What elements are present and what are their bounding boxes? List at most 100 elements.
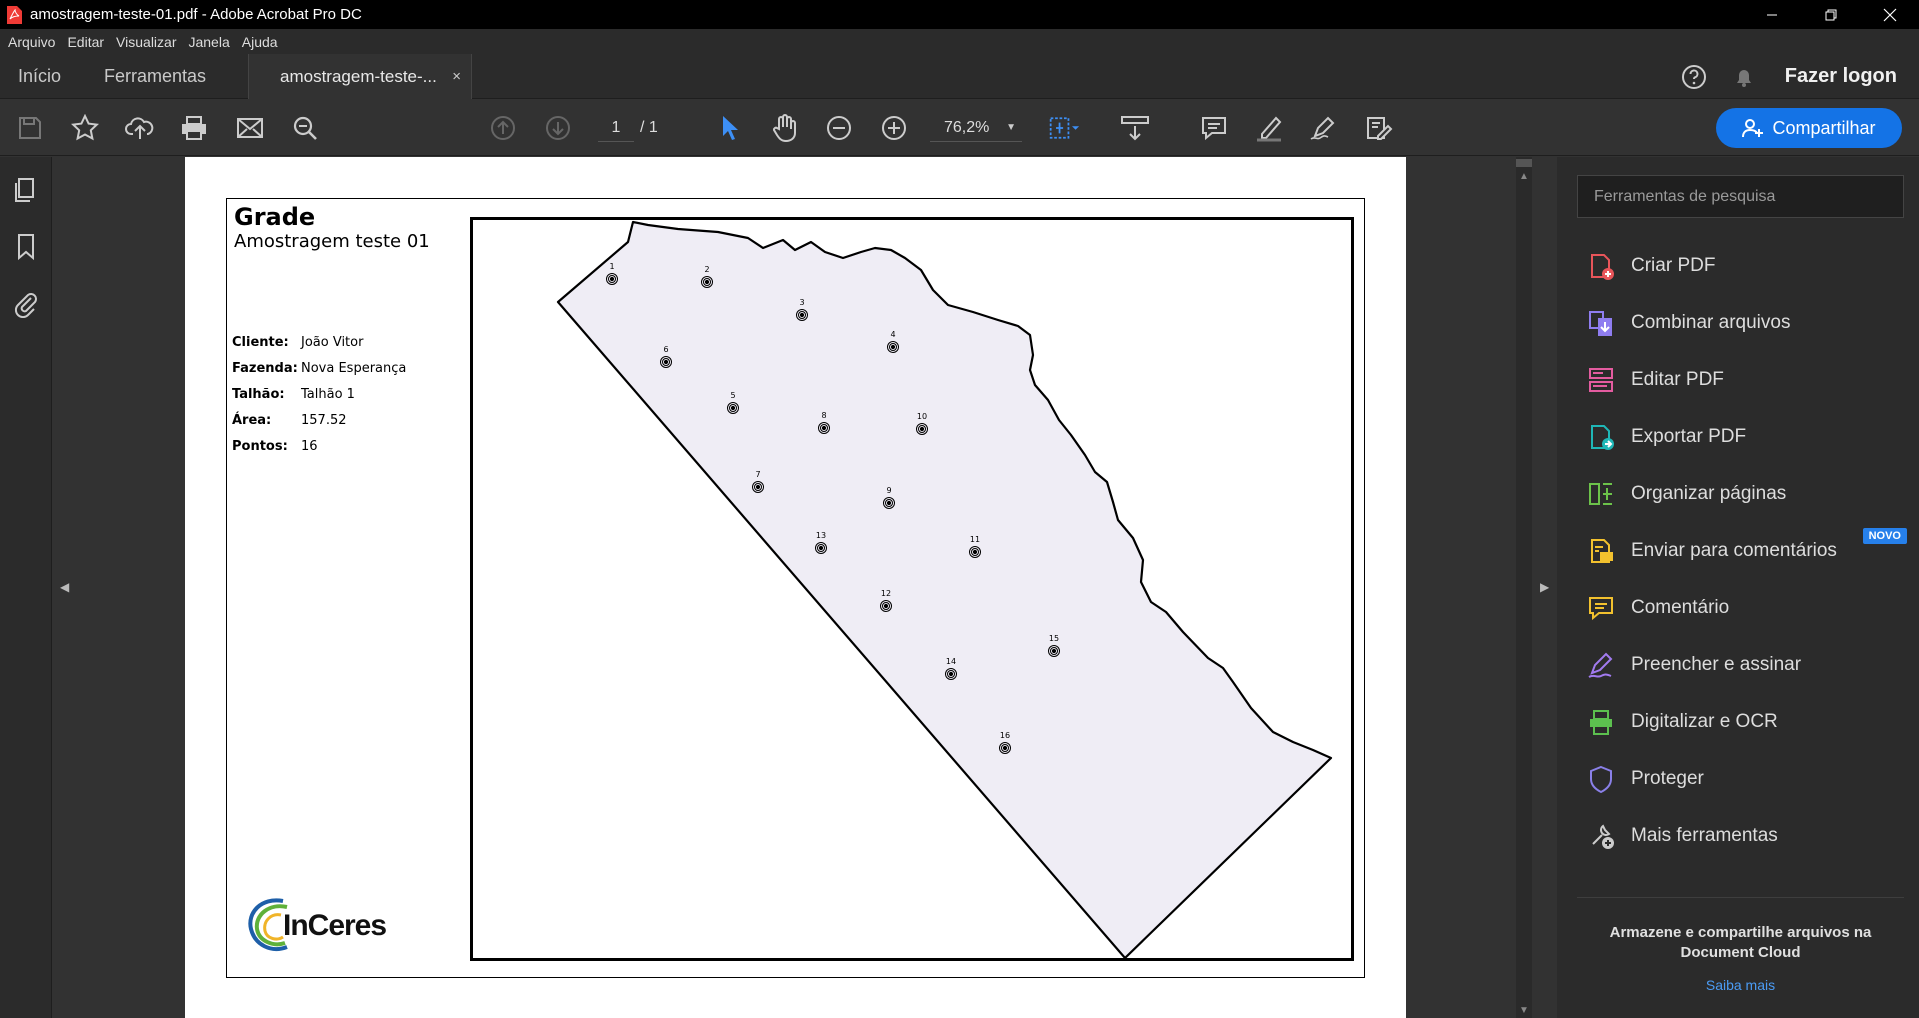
sample-point-label: 9 — [886, 486, 891, 495]
tool-item[interactable]: Exportar PDF — [1585, 408, 1905, 465]
tool-item[interactable]: Enviar para comentários NOVO — [1585, 522, 1907, 579]
share-button[interactable]: Compartilhar — [1716, 108, 1902, 148]
previous-page-button[interactable] — [487, 112, 519, 144]
field-info: Cliente: João Vitor Fazenda: Nova Esperanç… — [232, 329, 406, 459]
page-number-input[interactable]: 1 — [598, 114, 634, 142]
scroll-down-icon[interactable]: ▼ — [1519, 1005, 1529, 1016]
acrobat-logo-icon — [7, 5, 22, 24]
attachments-button[interactable] — [12, 290, 40, 318]
tool-item[interactable]: Digitalizar e OCR — [1585, 693, 1905, 750]
tab-home[interactable]: Início — [18, 54, 61, 99]
select-tool-button[interactable] — [714, 112, 746, 144]
tools-search-input[interactable]: Ferramentas de pesquisa — [1577, 175, 1904, 218]
sample-point-marker — [818, 545, 824, 551]
tool-item[interactable]: Editar PDF — [1585, 351, 1905, 408]
create-pdf-icon — [1585, 250, 1617, 282]
highlight-button[interactable] — [1253, 112, 1285, 144]
tab-tools[interactable]: Ferramentas — [104, 54, 206, 99]
pdf-page: Grade Amostragem teste 01 Cliente: João V… — [185, 157, 1406, 1018]
sample-point-marker — [948, 671, 954, 677]
collapse-left-panel-icon[interactable]: ◀ — [60, 580, 69, 594]
zoom-out-button[interactable] — [823, 112, 855, 144]
info-key: Pontos: — [232, 438, 288, 454]
zoom-select[interactable]: 76,2% ▼ — [930, 114, 1022, 142]
highlighter-icon — [1257, 116, 1282, 142]
close-tab-icon[interactable]: × — [452, 68, 461, 85]
save-button[interactable] — [14, 112, 46, 144]
email-button[interactable] — [234, 112, 266, 144]
sample-point-label: 14 — [946, 657, 956, 666]
edit-document-icon — [1367, 117, 1393, 140]
sample-point-marker — [755, 484, 761, 490]
close-icon — [1883, 8, 1896, 21]
comment-icon — [1585, 592, 1617, 624]
scrollbar-thumb[interactable] — [1516, 159, 1532, 167]
add-comment-button[interactable] — [1198, 112, 1230, 144]
login-button[interactable]: Fazer logon — [1785, 65, 1897, 88]
upload-button[interactable] — [124, 112, 156, 144]
fit-page-button[interactable] — [1048, 112, 1080, 144]
tools-list: Criar PDF Combinar arquivos Editar PDF Expo… — [1585, 237, 1907, 864]
zoom-search-icon — [293, 116, 317, 140]
sample-point-marker — [730, 405, 736, 411]
print-button[interactable] — [178, 112, 210, 144]
tool-item[interactable]: Mais ferramentas — [1585, 807, 1905, 864]
field-boundary — [556, 220, 1333, 960]
tool-label: Mais ferramentas — [1631, 824, 1778, 846]
bookmark-icon — [18, 234, 34, 261]
left-navigation-rail — [0, 157, 52, 1018]
vertical-scrollbar[interactable]: ▲ ▼ — [1516, 157, 1532, 1018]
sample-point-label: 8 — [821, 411, 826, 420]
tool-label: Digitalizar e OCR — [1631, 710, 1778, 732]
fit-page-icon — [1049, 117, 1080, 139]
notification-bell-icon[interactable] — [1731, 64, 1757, 90]
collapse-right-panel-icon[interactable]: ▶ — [1540, 580, 1549, 594]
close-window-button[interactable] — [1860, 0, 1919, 29]
map-frame: 1 2 3 4 5 6 7 8 9 10 11 12 13 14 15 16 — [470, 217, 1354, 961]
tool-item[interactable]: Combinar arquivos — [1585, 294, 1905, 351]
minimize-button[interactable] — [1742, 0, 1801, 29]
hand-tool-button[interactable] — [769, 112, 801, 144]
organize-pages-icon — [1585, 478, 1617, 510]
tab-document[interactable]: amostragem-teste-... × — [248, 54, 472, 99]
combine-files-icon — [1585, 307, 1617, 339]
inceres-logo-text: InCeres — [283, 909, 387, 942]
tool-label: Organizar páginas — [1631, 482, 1787, 504]
sample-point-label: 7 — [755, 470, 760, 479]
bookmarks-button[interactable] — [12, 233, 40, 261]
tool-item[interactable]: Comentário — [1585, 579, 1905, 636]
find-button[interactable] — [289, 112, 321, 144]
menu-ajuda[interactable]: Ajuda — [242, 34, 278, 50]
tool-item[interactable]: Organizar páginas — [1585, 465, 1905, 522]
tool-label: Preencher e assinar — [1631, 653, 1802, 675]
draw-button[interactable] — [1308, 112, 1340, 144]
zoom-in-button[interactable] — [878, 112, 910, 144]
menu-editar[interactable]: Editar — [67, 34, 104, 50]
comment-bubble-icon — [1202, 117, 1226, 141]
tool-item[interactable]: Preencher e assinar — [1585, 636, 1905, 693]
tool-item[interactable]: Proteger — [1585, 750, 1905, 807]
menu-arquivo[interactable]: Arquivo — [8, 34, 55, 50]
tool-label: Enviar para comentários — [1631, 539, 1837, 561]
edit-text-button[interactable] — [1363, 112, 1395, 144]
restore-icon — [1825, 9, 1836, 20]
restore-button[interactable] — [1801, 0, 1860, 29]
scroll-mode-button[interactable] — [1119, 112, 1151, 144]
menu-janela[interactable]: Janela — [188, 34, 229, 50]
export-pdf-icon — [1585, 421, 1617, 453]
tab-document-label: amostragem-teste-... — [280, 66, 437, 86]
save-icon — [19, 117, 41, 139]
scroll-mode-icon — [1121, 116, 1149, 141]
new-badge: NOVO — [1862, 528, 1907, 544]
edit-pdf-icon — [1585, 364, 1617, 396]
bookmark-star-button[interactable] — [69, 112, 101, 144]
scroll-up-icon[interactable]: ▲ — [1519, 171, 1529, 182]
menu-visualizar[interactable]: Visualizar — [116, 34, 176, 50]
page-thumbnails-button[interactable] — [12, 176, 40, 204]
learn-more-link[interactable]: Saiba mais — [1577, 977, 1904, 993]
tool-label: Editar PDF — [1631, 368, 1724, 390]
tool-item[interactable]: Criar PDF — [1585, 237, 1905, 294]
help-icon[interactable] — [1681, 64, 1707, 90]
sample-point-marker — [1051, 648, 1057, 654]
next-page-button[interactable] — [542, 112, 574, 144]
